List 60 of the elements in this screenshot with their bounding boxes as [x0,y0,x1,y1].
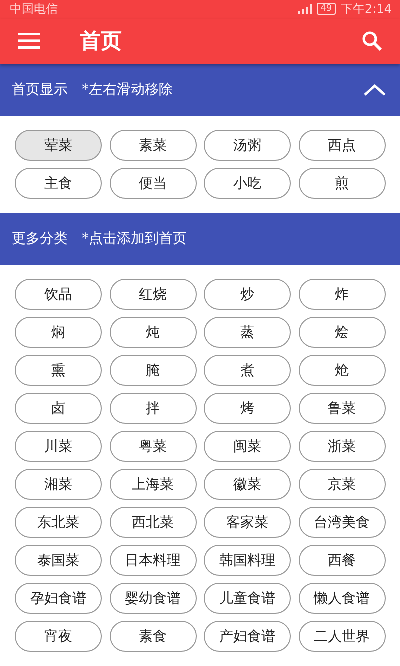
category-chip[interactable]: 炒 [204,279,291,310]
category-chip[interactable]: 上海菜 [110,469,196,500]
category-chip[interactable]: 湘菜 [15,469,102,500]
category-chip[interactable]: 婴幼食谱 [110,583,196,614]
category-chip[interactable]: 荤菜 [15,130,102,161]
category-chip[interactable]: 徽菜 [204,469,291,500]
search-button[interactable] [362,31,382,52]
category-chip[interactable]: 客家菜 [204,507,291,538]
category-chip[interactable]: 闽菜 [204,431,291,462]
category-chip[interactable]: 腌 [110,355,196,386]
menu-button[interactable] [18,33,40,50]
category-chip[interactable]: 主食 [15,168,102,199]
category-chip[interactable]: 炸 [298,279,386,310]
page-title: 首页 [80,28,123,56]
category-chip[interactable]: 东北菜 [15,507,102,538]
category-chip[interactable]: 懒人食谱 [298,583,386,614]
category-chip[interactable]: 宵夜 [15,621,102,652]
category-chip[interactable]: 日本料理 [110,545,196,576]
carrier-text: 中国电信 [10,0,58,18]
category-chip[interactable]: 台湾美食 [298,507,386,538]
category-chip[interactable]: 便当 [110,168,196,199]
category-chip[interactable]: 炖 [110,317,196,348]
category-chip[interactable]: 素菜 [110,130,196,161]
category-chip[interactable]: 儿童食谱 [204,583,291,614]
category-chip[interactable]: 饮品 [15,279,102,310]
category-chip[interactable]: 西北菜 [110,507,196,538]
category-chip[interactable]: 蒸 [204,317,291,348]
category-chip[interactable]: 韩国料理 [204,545,291,576]
category-chip[interactable]: 烩 [298,317,386,348]
battery-level: 49 [316,3,336,16]
category-chip[interactable]: 粤菜 [110,431,196,462]
category-chip[interactable]: 小吃 [204,168,291,199]
category-chip[interactable]: 孕妇食谱 [15,583,102,614]
category-chip[interactable]: 川菜 [15,431,102,462]
section-hint: *左右滑动移除 [82,81,174,99]
section-hint: *点击添加到首页 [82,230,188,248]
category-chip[interactable]: 产妇食谱 [204,621,291,652]
category-chip[interactable]: 浙菜 [298,431,386,462]
collapse-button[interactable] [364,84,386,96]
category-chip[interactable]: 拌 [110,393,196,424]
category-chip[interactable]: 炝 [298,355,386,386]
category-chip[interactable]: 烤 [204,393,291,424]
category-chip[interactable]: 素食 [110,621,196,652]
category-chip[interactable]: 煎 [298,168,386,199]
category-chip[interactable]: 鲁菜 [298,393,386,424]
category-chip[interactable]: 西点 [298,130,386,161]
category-chip[interactable]: 焖 [15,317,102,348]
category-chip[interactable]: 煮 [204,355,291,386]
category-chip[interactable]: 西餐 [298,545,386,576]
category-chip[interactable]: 京菜 [298,469,386,500]
category-chip[interactable]: 汤粥 [204,130,291,161]
category-chip[interactable]: 二人世界 [298,621,386,652]
clock-text: 下午2:14 [341,0,392,18]
category-chip[interactable]: 熏 [15,355,102,386]
signal-icon [298,4,312,14]
section-title: 更多分类 [12,230,68,248]
category-chip[interactable]: 卤 [15,393,102,424]
section-title: 首页显示 [12,81,68,99]
category-chip[interactable]: 泰国菜 [15,545,102,576]
category-chip[interactable]: 红烧 [110,279,196,310]
